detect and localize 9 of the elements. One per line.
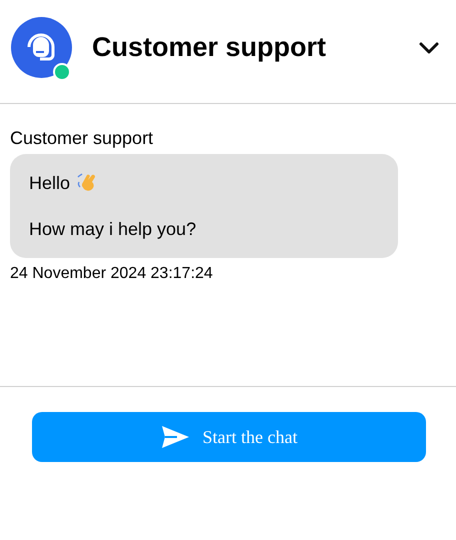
- sender-name: Customer support: [10, 127, 154, 149]
- chat-title: Customer support: [92, 32, 328, 63]
- message-text: Hello: [29, 173, 70, 193]
- message-timestamp: 24 November 2024 23:17:24: [10, 264, 214, 284]
- start-chat-button[interactable]: Start the chat: [32, 412, 426, 462]
- chevron-down-icon[interactable]: [418, 40, 440, 54]
- message-text: How may i help you?: [29, 219, 196, 239]
- send-icon: [160, 425, 189, 449]
- support-agent-avatar: [11, 17, 72, 78]
